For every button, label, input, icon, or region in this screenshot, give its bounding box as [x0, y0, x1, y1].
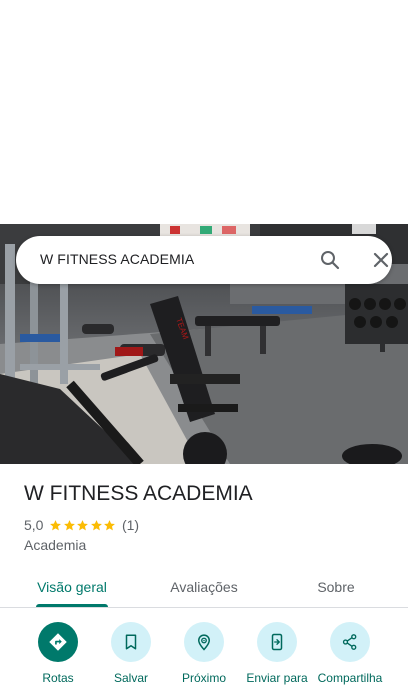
place-title: W FITNESS ACADEMIA	[24, 482, 253, 505]
active-tab-indicator	[36, 604, 108, 607]
star-icon	[77, 519, 89, 530]
search-icon[interactable]	[318, 248, 342, 272]
rating-row[interactable]: 5,0 (1)	[24, 516, 139, 534]
tab-overview[interactable]: Visão geral	[24, 566, 120, 608]
search-bar[interactable]: W FITNESS ACADEMIA	[16, 236, 392, 284]
share-label: Compartilha	[317, 671, 383, 685]
review-count[interactable]: (1)	[122, 517, 139, 533]
star-icon	[64, 519, 75, 530]
tab-bar: Visão geral Avaliações Sobre	[0, 566, 408, 608]
map-area[interactable]	[0, 0, 408, 224]
star-icon	[50, 519, 62, 530]
nearby-icon[interactable]	[184, 622, 224, 662]
tab-about[interactable]: Sobre	[296, 566, 376, 608]
search-query[interactable]: W FITNESS ACADEMIA	[40, 251, 194, 267]
bookmark-icon[interactable]	[111, 622, 151, 662]
directions-icon[interactable]	[38, 622, 78, 662]
tab-reviews[interactable]: Avaliações	[156, 566, 252, 608]
send-to-phone-icon[interactable]	[257, 622, 297, 662]
rating-value: 5,0	[24, 517, 44, 533]
star-icon	[91, 519, 102, 530]
star-rating	[49, 519, 117, 532]
close-icon[interactable]	[369, 248, 393, 272]
place-category: Academia	[24, 537, 87, 553]
share-button[interactable]: Compartilha	[312, 622, 388, 688]
star-icon	[104, 519, 116, 530]
share-icon[interactable]	[330, 622, 370, 662]
